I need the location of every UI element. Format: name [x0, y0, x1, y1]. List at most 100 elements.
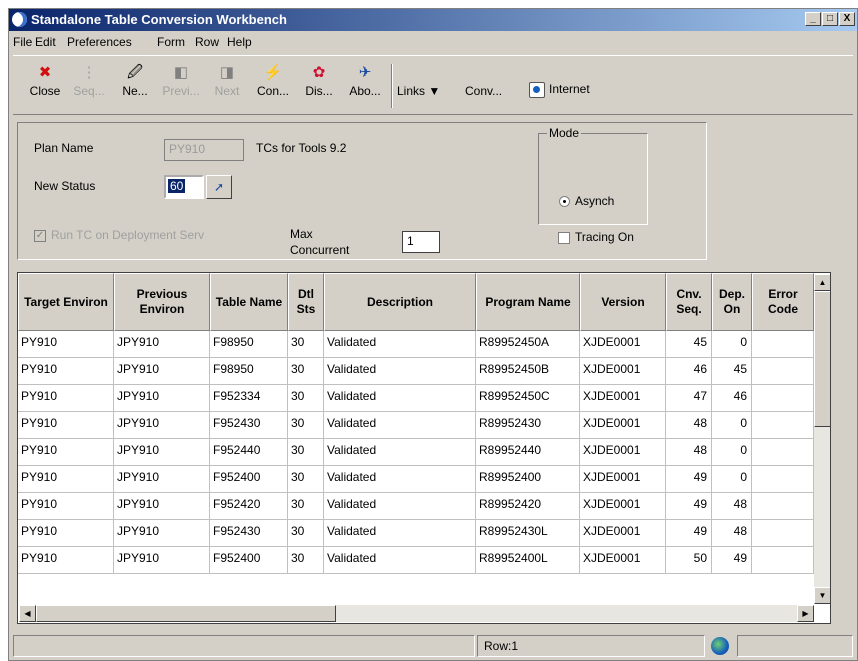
table-cell[interactable]: 48	[712, 493, 752, 520]
table-cell[interactable]: 48	[666, 439, 712, 466]
table-cell[interactable]: 49	[712, 547, 752, 574]
table-cell[interactable]: 47	[666, 385, 712, 412]
table-cell[interactable]: XJDE0001	[580, 439, 666, 466]
table-cell[interactable]: PY910	[18, 466, 114, 493]
table-cell[interactable]: XJDE0001	[580, 520, 666, 547]
table-cell[interactable]: JPY910	[114, 520, 210, 547]
table-cell[interactable]: PY910	[18, 520, 114, 547]
table-cell[interactable]: R89952440	[476, 439, 580, 466]
table-cell[interactable]: XJDE0001	[580, 358, 666, 385]
table-cell[interactable]: 30	[288, 358, 324, 385]
column-header[interactable]: Program Name	[476, 273, 580, 331]
table-cell[interactable]: 49	[666, 466, 712, 493]
max-concurrent-field[interactable]: 1	[402, 231, 440, 253]
table-cell[interactable]	[752, 493, 814, 520]
table-cell[interactable]: JPY910	[114, 547, 210, 574]
menu-file[interactable]: File	[13, 35, 32, 49]
table-cell[interactable]	[752, 358, 814, 385]
table-row[interactable]: PY910 JPY910 F952400 30 Validated R89952400 XJ…	[18, 466, 814, 493]
table-cell[interactable]: R89952430L	[476, 520, 580, 547]
table-cell[interactable]: JPY910	[114, 439, 210, 466]
table-row[interactable]: PY910 JPY910 F98950 30 Validated R89952450A XJ…	[18, 331, 814, 358]
table-cell[interactable]: 30	[288, 520, 324, 547]
table-cell[interactable]: 30	[288, 493, 324, 520]
asynch-radio[interactable]: Asynch	[559, 194, 614, 208]
table-cell[interactable]: JPY910	[114, 412, 210, 439]
table-cell[interactable]: PY910	[18, 412, 114, 439]
new-status-field[interactable]: 60	[164, 175, 204, 199]
column-header[interactable]: Version	[580, 273, 666, 331]
horizontal-scroll-thumb[interactable]	[36, 605, 336, 622]
table-row[interactable]: PY910 JPY910 F952430 30 Validated R89952430L X…	[18, 520, 814, 547]
table-cell[interactable]	[752, 439, 814, 466]
table-cell[interactable]: 30	[288, 439, 324, 466]
table-row[interactable]: PY910 JPY910 F952400 30 Validated R89952400L X…	[18, 547, 814, 574]
scroll-up-button[interactable]: ▲	[814, 274, 830, 291]
table-cell[interactable]: 30	[288, 385, 324, 412]
table-cell[interactable]	[752, 331, 814, 358]
previous-button[interactable]: ◧ Previ...	[159, 58, 203, 112]
table-cell[interactable]: 50	[666, 547, 712, 574]
table-cell[interactable]: 48	[666, 412, 712, 439]
run-tc-checkbox[interactable]: ✓ Run TC on Deployment Serv	[34, 228, 204, 242]
table-cell[interactable]: 49	[666, 520, 712, 547]
table-cell[interactable]: F952430	[210, 520, 288, 547]
table-cell[interactable]	[752, 385, 814, 412]
table-cell[interactable]: R89952450A	[476, 331, 580, 358]
table-row[interactable]: PY910 JPY910 F952440 30 Validated R89952440 XJ…	[18, 439, 814, 466]
table-cell[interactable]: F952400	[210, 466, 288, 493]
connect-button[interactable]: ⚡ Con...	[251, 58, 295, 112]
table-cell[interactable]: F952430	[210, 412, 288, 439]
conv-button[interactable]: Conv...	[465, 84, 502, 98]
table-cell[interactable]: JPY910	[114, 466, 210, 493]
table-cell[interactable]: 0	[712, 466, 752, 493]
table-cell[interactable]: 30	[288, 412, 324, 439]
table-cell[interactable]: PY910	[18, 385, 114, 412]
table-cell[interactable]: Validated	[324, 358, 476, 385]
table-cell[interactable]: XJDE0001	[580, 385, 666, 412]
table-cell[interactable]: XJDE0001	[580, 547, 666, 574]
table-cell[interactable]: Validated	[324, 493, 476, 520]
minimize-button[interactable]: _	[805, 12, 821, 26]
table-cell[interactable]: XJDE0001	[580, 466, 666, 493]
table-cell[interactable]: 45	[666, 331, 712, 358]
table-cell[interactable]: R89952450C	[476, 385, 580, 412]
menu-preferences[interactable]: Preferences	[67, 35, 132, 49]
menu-help[interactable]: Help	[227, 35, 252, 49]
table-cell[interactable]: 0	[712, 412, 752, 439]
table-cell[interactable]: Validated	[324, 331, 476, 358]
table-cell[interactable]	[752, 547, 814, 574]
scroll-down-button[interactable]: ▼	[814, 587, 830, 604]
table-cell[interactable]: PY910	[18, 331, 114, 358]
horizontal-scrollbar[interactable]: ◀ ▶	[19, 605, 814, 622]
table-cell[interactable]	[752, 412, 814, 439]
next-button[interactable]: ◨ Next	[205, 58, 249, 112]
table-cell[interactable]: 46	[712, 385, 752, 412]
table-cell[interactable]	[752, 520, 814, 547]
table-cell[interactable]: JPY910	[114, 331, 210, 358]
table-row[interactable]: PY910 JPY910 F952334 30 Validated R89952450C X…	[18, 385, 814, 412]
column-header[interactable]: Previous Environ	[114, 273, 210, 331]
about-button[interactable]: ✈ Abo...	[343, 58, 387, 112]
table-cell[interactable]: Validated	[324, 466, 476, 493]
column-header[interactable]: Dep. On	[712, 273, 752, 331]
table-cell[interactable]: JPY910	[114, 358, 210, 385]
table-cell[interactable]: 45	[712, 358, 752, 385]
table-cell[interactable]: F952440	[210, 439, 288, 466]
tracing-checkbox[interactable]: Tracing On	[558, 230, 634, 244]
table-row[interactable]: PY910 JPY910 F952430 30 Validated R89952430 XJ…	[18, 412, 814, 439]
column-header[interactable]: Cnv. Seq.	[666, 273, 712, 331]
table-cell[interactable]: XJDE0001	[580, 412, 666, 439]
table-row[interactable]: PY910 JPY910 F952420 30 Validated R89952420 XJ…	[18, 493, 814, 520]
column-header[interactable]: Target Environ	[18, 273, 114, 331]
column-header[interactable]: Error Code	[752, 273, 814, 331]
table-cell[interactable]: F952334	[210, 385, 288, 412]
table-cell[interactable]: F952420	[210, 493, 288, 520]
menu-edit[interactable]: Edit	[35, 35, 56, 49]
column-header[interactable]: Description	[324, 273, 476, 331]
table-cell[interactable]: 30	[288, 466, 324, 493]
table-cell[interactable]: XJDE0001	[580, 331, 666, 358]
table-cell[interactable]: PY910	[18, 439, 114, 466]
table-cell[interactable]: 0	[712, 439, 752, 466]
table-cell[interactable]: F98950	[210, 331, 288, 358]
